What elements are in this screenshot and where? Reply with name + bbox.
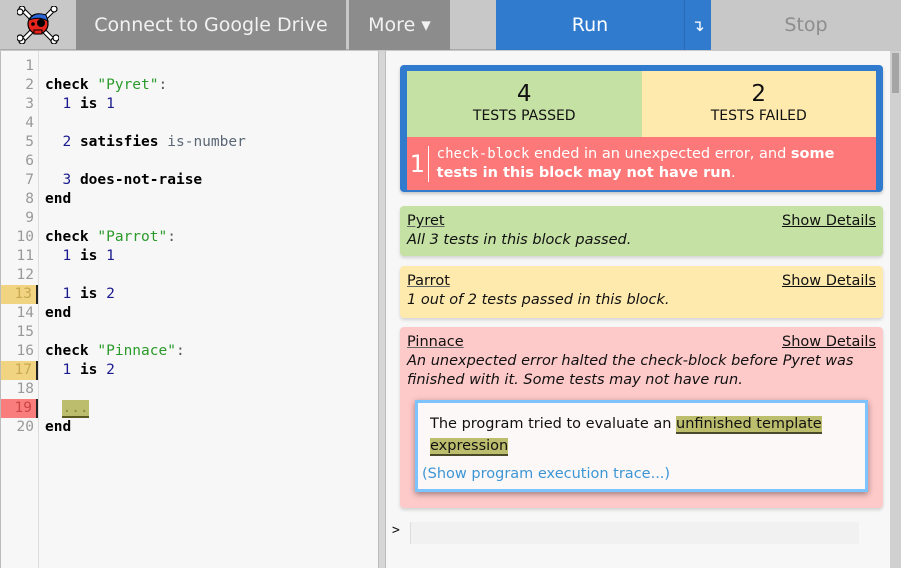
tests-passed-summary: 4 TESTS PASSED [407,71,642,137]
interactions-scrollbar[interactable] [890,51,901,568]
line-number: 18 [16,381,34,397]
code-line: check "Parrot": [45,229,176,245]
error-message-box: The program tried to evaluate an unfinis… [415,400,868,492]
connect-google-drive-button[interactable]: Connect to Google Drive [76,0,346,50]
run-button[interactable]: Run [496,0,684,50]
check-block-message: All 3 tests in this block passed. [407,232,632,248]
error-message-text: The program tried to evaluate an unfinis… [430,416,822,456]
tests-passed-label: TESTS PASSED [472,108,576,124]
pyret-logo-icon[interactable] [0,0,76,50]
line-number: 1 [25,58,34,74]
line-number: 9 [25,210,34,226]
check-block-name[interactable]: Pinnace [407,334,464,350]
line-number: 7 [25,172,34,188]
line-number: 15 [16,324,34,340]
code-line: end [45,305,72,321]
code-line: 1 is 2 [62,286,115,302]
line-number: 2 [25,77,34,93]
show-details-link[interactable]: Show Details [782,272,876,291]
check-block-result: Pyret Show Details All 3 tests in this b… [400,206,883,256]
more-menu-button[interactable]: More ▾ [349,0,450,50]
line-number: 17 [1,361,38,380]
line-number: 3 [25,96,34,112]
code-line: end [45,419,72,435]
line-number: 20 [16,419,34,435]
stop-button[interactable]: Stop [711,0,901,50]
code-line: check "Pyret": [45,77,168,93]
repl-input[interactable] [410,522,859,544]
show-execution-trace-link[interactable]: (Show program execution trace...) [422,465,670,484]
toolbar: Connect to Google Drive More ▾ Run ↴ Sto… [0,0,901,50]
test-summary: 4 TESTS PASSED 2 TESTS FAILED 1 check-bl… [400,65,883,192]
repl-prompt: > [392,523,400,538]
line-number: 16 [16,343,34,359]
line-number: 4 [25,115,34,131]
code-line: 3 does-not-raise [62,172,203,188]
tests-failed-label: TESTS FAILED [710,108,807,124]
errored-blocks-message: check-block ended in an unexpected error… [436,145,835,181]
interactions-pane: 4 TESTS PASSED 2 TESTS FAILED 1 check-bl… [386,51,890,568]
scrollbar-thumb[interactable] [892,53,899,93]
code-line: 1 is 2 [62,362,115,378]
line-number: 5 [25,134,34,150]
show-details-link[interactable]: Show Details [782,333,876,352]
line-number: 11 [16,248,34,264]
code-line: 1 is 1 [62,248,115,264]
check-block-result: Parrot Show Details 1 out of 2 tests pas… [400,266,883,318]
check-block-name[interactable]: Pyret [407,213,445,229]
errored-blocks-summary: 1 check-block ended in an unexpected err… [407,137,876,190]
tests-passed-count: 4 [516,81,532,107]
code-line: end [45,191,72,207]
tests-failed-count: 2 [751,81,767,107]
template-placeholder[interactable]: ... [62,400,89,418]
check-block-name[interactable]: Parrot [407,273,450,289]
line-number: 6 [25,153,34,169]
pane-resize-handle[interactable] [378,51,386,568]
tests-failed-summary: 2 TESTS FAILED [641,71,876,137]
run-options-dropdown-icon[interactable]: ↴ [685,0,711,50]
errored-blocks-count: 1 [407,145,429,182]
line-number: 14 [16,305,34,321]
code-line: ... [45,399,89,418]
code-line: 2 satisfies is-number [62,134,246,150]
line-number-gutter: 1 2 3 4 5 6 7 8 9 10 11 12 13 14 15 16 17 18 19 20 [1,51,39,568]
code-editor[interactable]: 1 2 3 4 5 6 7 8 9 10 11 12 13 14 15 16 17 18 19 20 check "P… [0,51,378,568]
check-block-message: 1 out of 2 tests passed in this block. [407,292,670,308]
check-block-result: Pinnace Show Details An unexpected error… [400,327,883,508]
show-details-link[interactable]: Show Details [782,212,876,231]
code-line: check "Pinnace": [45,343,185,359]
line-number: 13 [1,285,38,304]
line-number: 12 [16,267,34,283]
check-block-message: An unexpected error halted the check-blo… [407,353,854,388]
code-line: 1 is 1 [62,96,115,112]
line-number: 19 [1,399,38,418]
line-number: 10 [16,229,34,245]
line-number: 8 [25,191,34,207]
